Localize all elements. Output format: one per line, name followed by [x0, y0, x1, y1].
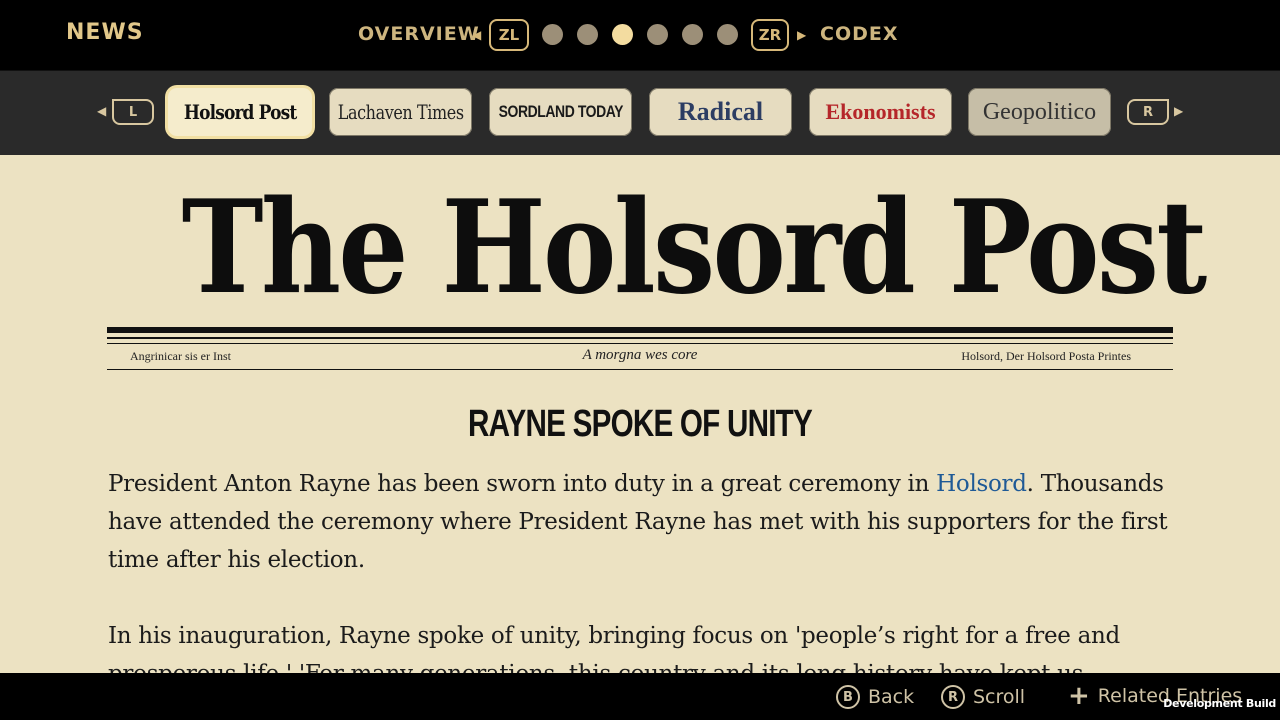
masthead-rule [107, 327, 1173, 333]
left-arrow-icon: ◀ [472, 28, 482, 42]
button-hints-bar: B Back R Scroll + Related Entries Develo… [0, 673, 1280, 720]
page-dot[interactable] [682, 24, 703, 45]
b-button-icon: B [836, 685, 860, 709]
codex-link[interactable]: CODEX [820, 23, 899, 45]
l-button[interactable]: L [112, 99, 154, 125]
masthead: The Holsord Post [181, 173, 1208, 323]
tab-label: Radical [677, 97, 764, 126]
dateline-left: Angrinicar sis er Inst [130, 349, 231, 363]
page-indicator [542, 24, 738, 45]
scroll-hint[interactable]: R Scroll [941, 685, 1025, 709]
tab-label: Ekonomists [825, 99, 936, 124]
left-arrow-icon: ◀ [97, 104, 107, 118]
tab-label: Geopolitico [982, 98, 1097, 125]
tab-sordland-today[interactable]: SORDLAND TODAY [489, 88, 632, 136]
tab-label: Lachaven Times [337, 100, 464, 124]
paragraph-text: President Anton Rayne has been sworn int… [108, 471, 937, 497]
tab-holsord-post[interactable]: Holsord Post [168, 88, 312, 136]
plus-icon: + [1068, 681, 1090, 711]
masthead-rule [107, 337, 1173, 339]
development-build-label: Development Build [1163, 697, 1276, 710]
r-button[interactable]: R [1127, 99, 1169, 125]
page-dot[interactable] [542, 24, 563, 45]
tab-lachaven-times[interactable]: Lachaven Times [329, 88, 472, 136]
zl-button[interactable]: ZL [489, 19, 529, 51]
dateline-rule [107, 369, 1173, 370]
dateline-right: Holsord, Der Holsord Posta Printes [961, 349, 1131, 363]
tab-ekonomists[interactable]: Ekonomists [809, 88, 952, 136]
page-dot[interactable] [717, 24, 738, 45]
page-dot[interactable] [577, 24, 598, 45]
holsord-link[interactable]: Holsord [936, 471, 1027, 497]
page-dot-active[interactable] [612, 24, 633, 45]
article-paragraph: President Anton Rayne has been sworn int… [108, 465, 1178, 579]
back-hint[interactable]: B Back [836, 685, 914, 709]
scroll-label: Scroll [973, 686, 1026, 708]
tab-geopolitico[interactable]: Geopolitico [968, 88, 1111, 136]
page-dot[interactable] [647, 24, 668, 45]
article-paragraph: In his inauguration, Rayne spoke of unit… [108, 623, 1120, 673]
top-nav-bar: NEWS OVERVIEW ◀ ZL ZR ▶ CODEX [0, 0, 1280, 70]
tab-label: SORDLAND TODAY [498, 102, 623, 121]
tab-radical[interactable]: Radical [649, 88, 792, 136]
tab-label: Holsord Post [183, 100, 297, 124]
masthead-rule [107, 343, 1173, 344]
right-arrow-icon: ▶ [797, 28, 807, 42]
newspaper-page[interactable]: The Holsord Post A morgna wes core Angri… [0, 155, 1280, 673]
section-title: NEWS [66, 20, 144, 45]
back-label: Back [868, 686, 915, 708]
zr-button[interactable]: ZR [751, 19, 789, 51]
article-body: President Anton Rayne has been sworn int… [108, 465, 1178, 673]
r-stick-icon: R [941, 685, 965, 709]
overview-link[interactable]: OVERVIEW [358, 23, 480, 45]
right-arrow-icon: ▶ [1174, 104, 1184, 118]
newspaper-tabs: ◀ L Holsord Post Lachaven Times SORDLAND… [0, 70, 1280, 155]
article-headline: RAYNE SPOKE OF UNITY [467, 403, 813, 445]
